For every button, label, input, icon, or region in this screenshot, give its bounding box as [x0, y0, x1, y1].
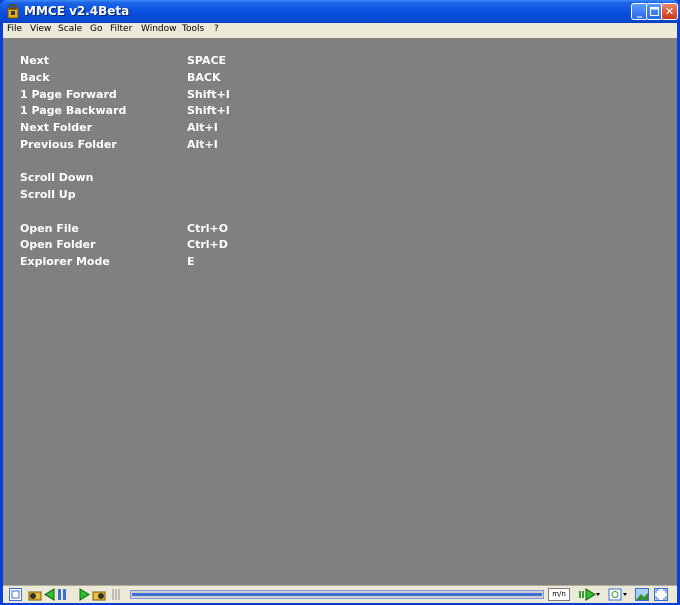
menu-filter[interactable]: Filter	[110, 24, 132, 34]
page-slider[interactable]	[130, 590, 544, 599]
image-icon[interactable]	[635, 588, 649, 601]
shortcut-label: Scroll Up	[20, 188, 76, 201]
shortcut-key: Alt+I	[187, 121, 218, 134]
fit-window-icon[interactable]	[9, 588, 22, 601]
shortcut-key: Shift+I	[187, 104, 230, 117]
open-folder-back-icon[interactable]	[28, 588, 42, 601]
pause-icon[interactable]	[56, 588, 68, 601]
ratio-button[interactable]: m/n	[548, 588, 570, 601]
menu-window[interactable]: Window	[141, 24, 177, 34]
menu-tools[interactable]: Tools	[182, 24, 204, 34]
shortcut-key: BACK	[187, 71, 221, 84]
menu-go[interactable]: Go	[90, 24, 102, 34]
shortcut-label: Scroll Down	[20, 171, 94, 184]
menu-scale[interactable]: Scale	[58, 24, 82, 34]
menu-help[interactable]: ?	[214, 24, 219, 34]
status-toolbar: m/n	[3, 585, 677, 604]
shortcut-key: SPACE	[187, 54, 227, 67]
menu-bar: File View Scale Go Filter Window Tools ?	[3, 23, 677, 38]
close-icon: ✕	[664, 5, 675, 18]
shortcut-label: Back	[20, 71, 50, 84]
maximize-icon	[650, 7, 659, 16]
viewer-area[interactable]: Next SPACE Back BACK 1 Page Forward Shif…	[3, 38, 677, 585]
view-mode-icon[interactable]	[608, 588, 630, 601]
shortcut-label: 1 Page Forward	[20, 88, 117, 101]
next-arrow-icon[interactable]	[79, 588, 91, 601]
shortcut-label: Previous Folder	[20, 138, 117, 151]
shortcut-key: E	[187, 255, 195, 268]
shortcut-key: Ctrl+O	[187, 222, 229, 235]
app-window: MMCE v2.4Beta _ ✕ File View Scale Go Fil…	[0, 0, 680, 605]
shortcut-key: Alt+I	[187, 138, 218, 151]
shortcut-label: 1 Page Backward	[20, 104, 127, 117]
page-slider-fill	[132, 593, 542, 596]
page-slider-handle-icon[interactable]	[109, 588, 123, 601]
shortcut-key: Shift+I	[187, 88, 230, 101]
app-icon	[7, 4, 19, 19]
shortcut-label: Open File	[20, 222, 79, 235]
shortcut-label: Next Folder	[20, 121, 93, 134]
window-title: MMCE v2.4Beta	[24, 4, 130, 18]
open-folder-next-icon[interactable]	[92, 588, 106, 601]
shortcut-label: Next	[20, 54, 50, 67]
menu-view[interactable]: View	[30, 24, 51, 34]
title-bar[interactable]: MMCE v2.4Beta _ ✕	[0, 0, 680, 23]
previous-arrow-icon[interactable]	[43, 588, 55, 601]
close-button[interactable]: ✕	[661, 3, 678, 20]
shortcut-key: Ctrl+D	[187, 238, 228, 251]
minimize-icon: _	[636, 5, 643, 18]
play-icon[interactable]	[578, 588, 600, 601]
shortcut-label: Explorer Mode	[20, 255, 110, 268]
shortcut-label: Open Folder	[20, 238, 96, 251]
fullscreen-icon[interactable]	[654, 588, 668, 601]
menu-file[interactable]: File	[7, 24, 22, 34]
